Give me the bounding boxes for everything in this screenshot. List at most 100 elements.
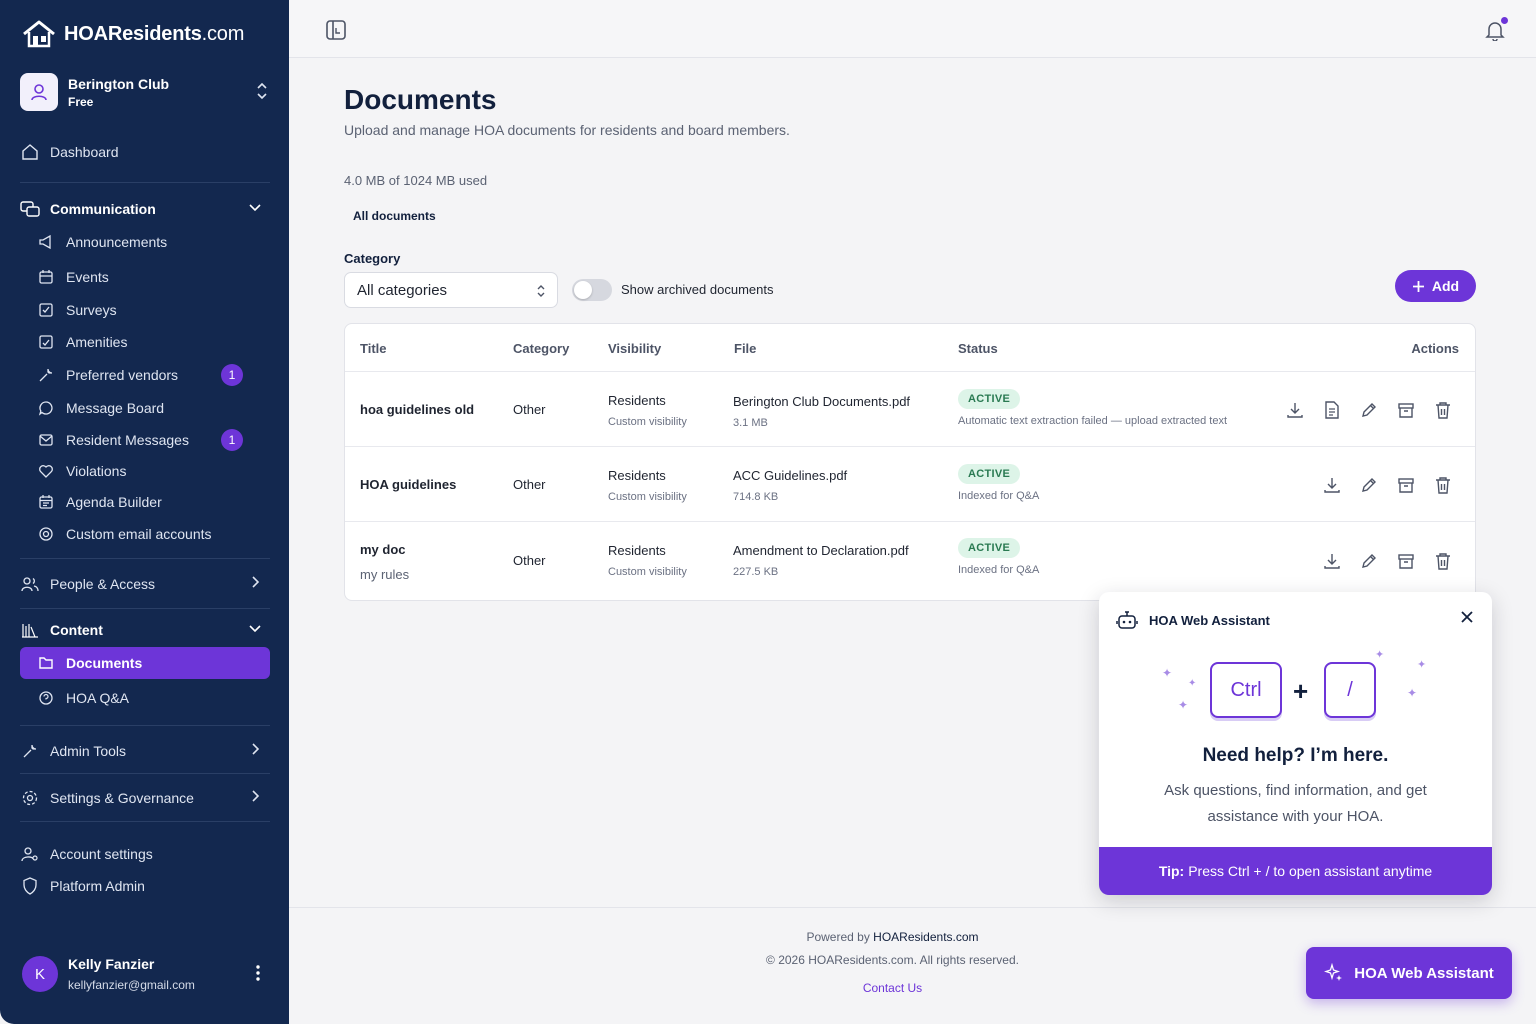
nav-surveys[interactable]: Surveys bbox=[36, 295, 270, 325]
logo[interactable]: HOAResidents.com bbox=[22, 20, 244, 48]
divider bbox=[20, 558, 270, 559]
row-title[interactable]: HOA guidelines bbox=[360, 477, 456, 492]
chevron-right-icon bbox=[252, 790, 260, 802]
sidebar-toggle-icon[interactable] bbox=[325, 19, 347, 41]
download-icon[interactable] bbox=[1322, 475, 1341, 494]
edit-icon[interactable] bbox=[1359, 400, 1378, 419]
trash-icon[interactable] bbox=[1433, 475, 1452, 494]
nav-documents[interactable]: Documents bbox=[20, 647, 270, 679]
assistant-popup: HOA Web Assistant ✦ ✦ ✦ ✦ ✦ ✦ Ctrl + / N… bbox=[1099, 592, 1492, 895]
nav-dashboard[interactable]: Dashboard bbox=[20, 137, 270, 167]
notifications-button[interactable] bbox=[1484, 17, 1508, 42]
table-row[interactable]: HOA guidelines Other Residents Custom vis… bbox=[345, 446, 1475, 521]
chat-bubble-icon bbox=[36, 398, 56, 418]
assistant-launch-button[interactable]: HOA Web Assistant bbox=[1306, 947, 1512, 999]
nav-admin-tools[interactable]: Admin Tools bbox=[20, 736, 270, 766]
nav-resident-messages-label: Resident Messages bbox=[66, 432, 189, 448]
add-document-button[interactable]: Add bbox=[1395, 270, 1476, 302]
column-header-status[interactable]: Status bbox=[958, 341, 998, 356]
archive-icon[interactable] bbox=[1396, 475, 1415, 494]
chat-bubbles-icon bbox=[20, 199, 40, 219]
row-file[interactable]: Amendment to Declaration.pdf 227.5 KB bbox=[733, 543, 909, 578]
divider bbox=[20, 821, 270, 822]
column-header-title[interactable]: Title bbox=[360, 341, 387, 356]
sparkle-icon: ✦ bbox=[1417, 659, 1427, 671]
house-logo-icon bbox=[23, 20, 55, 48]
count-badge: 1 bbox=[221, 429, 243, 451]
nav-dashboard-label: Dashboard bbox=[50, 144, 119, 160]
row-category: Other bbox=[513, 553, 546, 568]
nav-surveys-label: Surveys bbox=[66, 302, 117, 318]
table-row[interactable]: my doc my rules Other Residents Custom vi… bbox=[345, 521, 1475, 600]
nav-resident-messages[interactable]: Resident Messages 1 bbox=[36, 425, 270, 455]
archive-icon[interactable] bbox=[1396, 400, 1415, 419]
nav-content-label: Content bbox=[50, 622, 103, 638]
org-switcher[interactable]: Berington Club Free bbox=[20, 70, 270, 114]
chevron-up-down-icon bbox=[257, 82, 267, 100]
nav-communication-label: Communication bbox=[50, 201, 156, 217]
close-icon[interactable] bbox=[1460, 610, 1474, 624]
nav-custom-email[interactable]: Custom email accounts bbox=[36, 519, 270, 549]
user-gear-icon bbox=[20, 844, 40, 864]
footer-powered-by: Powered by HOAResidents.com bbox=[806, 930, 979, 944]
storage-usage: 4.0 MB of 1024 MB used bbox=[344, 173, 488, 188]
org-name: Berington Club bbox=[68, 75, 170, 92]
row-title[interactable]: my doc my rules bbox=[360, 542, 409, 582]
nav-announcements[interactable]: Announcements bbox=[36, 227, 270, 257]
table-row[interactable]: hoa guidelines old Other Residents Custom… bbox=[345, 371, 1475, 446]
edit-icon[interactable] bbox=[1359, 551, 1378, 570]
trash-icon[interactable] bbox=[1433, 400, 1452, 419]
show-archived-toggle[interactable] bbox=[572, 279, 612, 301]
column-header-visibility[interactable]: Visibility bbox=[608, 341, 661, 356]
tab-all-documents[interactable]: All documents bbox=[353, 209, 436, 223]
nav-account-settings[interactable]: Account settings bbox=[20, 839, 270, 869]
megaphone-icon bbox=[36, 232, 56, 252]
nav-platform-admin[interactable]: Platform Admin bbox=[20, 871, 270, 901]
nav-communication[interactable]: Communication bbox=[20, 194, 270, 224]
gear-icon bbox=[20, 788, 40, 808]
notification-dot bbox=[1501, 17, 1508, 24]
org-plan: Free bbox=[68, 94, 94, 109]
nav-amenities[interactable]: Amenities bbox=[36, 327, 270, 357]
column-header-category[interactable]: Category bbox=[513, 341, 569, 356]
archive-icon[interactable] bbox=[1396, 551, 1415, 570]
nav-violations[interactable]: Violations bbox=[36, 456, 270, 486]
robot-icon bbox=[1116, 611, 1138, 629]
category-select[interactable]: All categories bbox=[344, 272, 558, 308]
status-note: Indexed for Q&A bbox=[958, 564, 1040, 576]
row-file[interactable]: ACC Guidelines.pdf 714.8 KB bbox=[733, 468, 847, 503]
edit-icon[interactable] bbox=[1359, 475, 1378, 494]
nav-agenda-builder-label: Agenda Builder bbox=[66, 494, 162, 510]
nav-agenda-builder[interactable]: Agenda Builder bbox=[36, 487, 270, 517]
nav-hoa-qa[interactable]: HOA Q&A bbox=[36, 683, 270, 713]
column-header-file[interactable]: File bbox=[734, 341, 756, 356]
user-profile[interactable]: K Kelly Fanzier kellyfanzier@gmail.com bbox=[22, 952, 267, 996]
amenities-icon bbox=[36, 332, 56, 352]
keycap-ctrl: Ctrl bbox=[1210, 662, 1282, 718]
chevron-down-icon bbox=[249, 625, 261, 633]
chevron-down-icon bbox=[249, 204, 261, 212]
page-subtitle: Upload and manage HOA documents for resi… bbox=[344, 122, 790, 138]
footer-brand-link[interactable]: HOAResidents.com bbox=[873, 930, 978, 944]
sparkle-icon: ✦ bbox=[1407, 686, 1418, 700]
nav-people-access[interactable]: People & Access bbox=[20, 569, 270, 599]
more-vertical-icon[interactable] bbox=[255, 964, 261, 982]
trash-icon[interactable] bbox=[1433, 551, 1452, 570]
download-icon[interactable] bbox=[1322, 551, 1341, 570]
row-file[interactable]: Berington Club Documents.pdf 3.1 MB bbox=[733, 394, 910, 429]
download-icon[interactable] bbox=[1285, 400, 1304, 419]
row-visibility: Residents Custom visibility bbox=[608, 468, 687, 503]
nav-settings-governance[interactable]: Settings & Governance bbox=[20, 783, 270, 813]
assistant-launch-label: HOA Web Assistant bbox=[1354, 964, 1494, 982]
assistant-popup-title: HOA Web Assistant bbox=[1149, 612, 1270, 628]
row-title[interactable]: hoa guidelines old bbox=[360, 402, 474, 417]
nav-content[interactable]: Content bbox=[20, 615, 270, 645]
assistant-popup-header: HOA Web Assistant bbox=[1115, 608, 1270, 632]
row-visibility: Residents Custom visibility bbox=[608, 393, 687, 428]
keycap-plus: + bbox=[1293, 676, 1309, 706]
extract-text-icon[interactable] bbox=[1322, 400, 1341, 419]
nav-message-board[interactable]: Message Board bbox=[36, 393, 270, 423]
nav-preferred-vendors[interactable]: Preferred vendors 1 bbox=[36, 360, 270, 390]
nav-amenities-label: Amenities bbox=[66, 334, 128, 350]
nav-events[interactable]: Events bbox=[36, 262, 270, 292]
